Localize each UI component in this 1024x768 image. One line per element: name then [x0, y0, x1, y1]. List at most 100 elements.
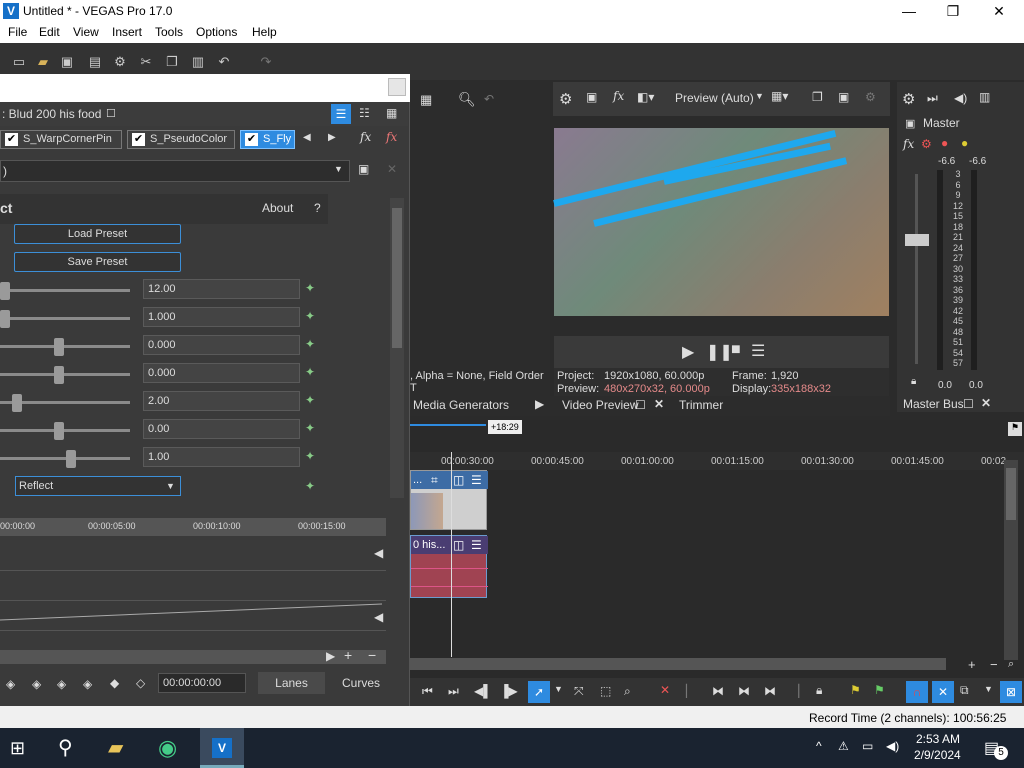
external-monitor-icon[interactable]: ⚙ [865, 90, 876, 104]
undo-trim-icon[interactable]: ↶ [484, 92, 494, 106]
list-view-icon[interactable]: ☰ [331, 104, 351, 124]
volume-fader[interactable] [905, 234, 929, 246]
tab-media-generators[interactable]: Media Generators [413, 398, 509, 412]
volume-icon[interactable]: ◀) [886, 739, 899, 753]
checkbox-checked-icon[interactable]: ✔ [245, 133, 258, 146]
chevron-down-icon[interactable]: ▼ [554, 684, 563, 694]
delete-icon[interactable]: ✕ [660, 683, 670, 697]
playhead-cursor[interactable] [451, 452, 452, 657]
speaker-icon[interactable]: ◀) [954, 91, 967, 105]
keyframe-icon[interactable]: ✦ [305, 309, 319, 323]
keyframe-icon[interactable]: ✦ [305, 337, 319, 351]
checkbox-checked-icon[interactable]: ✔ [132, 133, 145, 146]
fx-chip-pseudocolor[interactable]: ✔ S_PseudoColor [127, 130, 235, 149]
paste-icon[interactable]: ▥ [191, 55, 205, 69]
fx-chip-fly[interactable]: ✔ S_Fly [240, 130, 295, 149]
tray-chevron-icon[interactable]: ^ [816, 739, 822, 753]
mute-icon[interactable]: ⏭ [927, 91, 938, 106]
normal-edit-tool-icon[interactable]: ➚ [528, 681, 550, 703]
settings-icon[interactable]: ⚙ [113, 55, 127, 69]
close-tab-icon[interactable]: ✕ [981, 396, 991, 410]
marker-icon[interactable]: ⚑ [1008, 422, 1022, 436]
crop-icon[interactable]: ⌗ [431, 473, 438, 488]
next-frame-icon[interactable]: ▐▶ [500, 684, 518, 698]
lock-icon[interactable]: 🔒︎ [911, 376, 916, 387]
cut-icon[interactable]: ✂ [139, 55, 153, 69]
chevron-down-icon[interactable]: ▼ [984, 684, 993, 694]
plugin-scrollbar[interactable] [390, 198, 404, 498]
chrome-icon[interactable]: ◉ [158, 734, 188, 762]
lock-icon[interactable]: 🔒︎ [816, 683, 822, 698]
keyframe-icon[interactable]: ✦ [305, 421, 319, 435]
close-tab-icon[interactable]: ✕ [654, 397, 664, 411]
remove-fx-icon[interactable]: fx [386, 130, 397, 144]
parameter-value[interactable]: 0.000 [143, 363, 300, 383]
stop-icon[interactable]: ■ [731, 341, 741, 359]
fx-icon[interactable]: fx [613, 89, 624, 103]
menu-help[interactable]: Help [252, 25, 277, 39]
event-menu-icon[interactable]: ☰ [471, 538, 482, 552]
marker-icon[interactable]: ⚑ [850, 683, 861, 697]
clock-time[interactable]: 2:53 AM [916, 732, 960, 746]
slider-thumb[interactable] [0, 282, 10, 300]
delete-keyframe-icon[interactable]: ◇ [136, 676, 145, 690]
last-keyframe-icon[interactable]: ◈ [83, 677, 92, 691]
slider-thumb[interactable] [54, 338, 64, 356]
selection-tool-icon[interactable]: ⬚ [600, 684, 611, 698]
windows-start-icon[interactable]: ⊞ [10, 734, 40, 762]
timeline-vscroll[interactable] [1004, 460, 1018, 660]
go-to-end-icon[interactable]: ⏭ [448, 684, 459, 699]
parameter-value[interactable]: 12.00 [143, 279, 300, 299]
audio-event[interactable]: 0 his... ◫ ☰ [410, 535, 488, 598]
keyframe-icon[interactable]: ✦ [305, 281, 319, 295]
event-menu-icon[interactable]: ☰ [471, 473, 482, 487]
search-icon[interactable]: ⚲ [58, 734, 88, 762]
file-explorer-icon[interactable]: ▰ [108, 734, 138, 762]
slider-track[interactable] [0, 345, 130, 348]
slider-track[interactable] [0, 457, 130, 460]
slider-thumb[interactable] [12, 394, 22, 412]
lanes-tab[interactable]: Lanes [258, 672, 325, 694]
menu-insert[interactable]: Insert [112, 25, 142, 39]
close-button[interactable]: ✕ [976, 2, 1022, 22]
slider-thumb[interactable] [0, 310, 10, 328]
redo-icon[interactable]: ↷ [259, 55, 273, 69]
menu-view[interactable]: View [73, 25, 99, 39]
checkbox-checked-icon[interactable]: ✔ [5, 133, 18, 146]
prev-frame-icon[interactable]: ◀▌ [474, 684, 492, 698]
slider-track[interactable] [0, 373, 130, 376]
menu-file[interactable]: File [8, 25, 27, 39]
normalize-icon[interactable]: ● [941, 136, 948, 150]
slider-thumb[interactable] [54, 366, 64, 384]
timecode-field[interactable]: 00:00:00:00 [158, 673, 246, 693]
add-keyframe-icon[interactable]: ◆ [110, 676, 119, 690]
copy-icon[interactable]: ❐ [165, 55, 179, 69]
vegas-taskbar-button[interactable]: V [200, 728, 244, 768]
network-icon[interactable]: ▭ [862, 739, 873, 753]
grid-icon[interactable]: ▦ [420, 92, 432, 108]
region-icon[interactable]: ⚑ [874, 683, 885, 697]
preview-quality-dropdown[interactable]: Preview (Auto) [675, 91, 754, 105]
save-icon[interactable]: ▣ [60, 55, 74, 69]
minimize-button[interactable]: — [886, 2, 932, 22]
parameter-value[interactable]: 1.00 [143, 447, 300, 467]
zoom-tool-icon[interactable]: ⌕ [624, 684, 631, 699]
parameter-value[interactable]: 0.000 [143, 335, 300, 355]
fx-chip-warpcornerpin[interactable]: ✔ S_WarpCornerPin [0, 130, 122, 149]
settings-icon[interactable]: ⚙ [559, 90, 572, 108]
ripple-icon[interactable]: ⧉ [960, 683, 969, 698]
help-link[interactable]: ? [314, 201, 321, 215]
zoom-icon[interactable]: 🔍︎ [458, 91, 476, 108]
undo-icon[interactable]: ↶ [217, 55, 231, 69]
save-preset-button[interactable]: Save Preset [14, 252, 181, 272]
network-warning-icon[interactable]: ⚠ [838, 739, 849, 753]
split-view-icon[interactable]: ◧▾ [637, 90, 654, 104]
fx-icon[interactable]: fx [903, 137, 914, 151]
scroll-right-icon[interactable]: ▶ [326, 649, 335, 663]
menu-icon[interactable]: ☰ [751, 341, 765, 361]
preset-dropdown[interactable]: ) ▼ [0, 160, 350, 182]
new-icon[interactable]: ▭ [12, 55, 26, 69]
master-checkbox[interactable]: ▣ [905, 117, 915, 130]
play-icon[interactable]: ▶ [682, 342, 694, 362]
keyframe-icon[interactable]: ✦ [305, 449, 319, 463]
